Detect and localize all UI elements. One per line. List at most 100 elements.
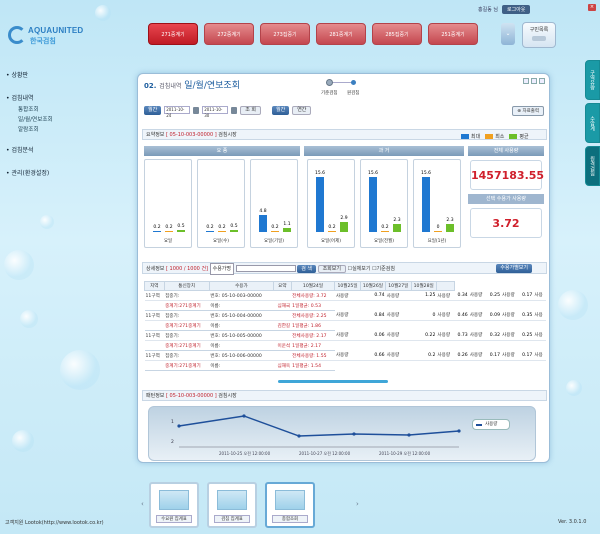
chevron-left-icon[interactable]: ‹: [141, 500, 147, 510]
nav-reading[interactable]: • 검침내역: [6, 93, 86, 102]
nav-admin[interactable]: • 관리(환경설정): [6, 168, 86, 177]
view-button[interactable]: 조회보기: [317, 265, 346, 273]
nav-sub-2[interactable]: 일/월/연보조회: [18, 115, 86, 123]
table-row[interactable]: 11구역 집중기: 번호: 05-10-006-00000 전체사용량: 1.55 사용…: [144, 350, 546, 361]
table-row[interactable]: 중계기:271중계기 이름: 심재국 1일평균: 0.53: [144, 300, 547, 311]
table-cell: 사용량: [385, 350, 411, 361]
column-header[interactable]: 수용가: [208, 281, 275, 291]
bar-value: 15.6: [314, 171, 326, 177]
chevron-right-icon[interactable]: ›: [356, 500, 362, 510]
bottom-tab-label: 수요원 집계표: [156, 515, 192, 523]
list-by-customer-button[interactable]: 수용가별보기: [496, 264, 532, 273]
column-header[interactable]: 지역: [144, 281, 165, 291]
logo: AQUAUNITED 한국검침: [8, 26, 83, 50]
table-cell: 11구역: [144, 330, 165, 341]
nav-sub-1[interactable]: 통합조회: [18, 105, 86, 113]
filter-select[interactable]: 수용가명: [209, 263, 234, 275]
nav-sub-3[interactable]: 알람조회: [18, 125, 86, 133]
table-cell: 1일평균: 0.53: [291, 300, 335, 311]
bottom-tab-1[interactable]: 수요원 집계표: [149, 482, 199, 528]
table-cell: 이름:: [209, 360, 274, 371]
table-cell: 0.06: [360, 330, 386, 341]
chart-label: 요일(수): [213, 239, 229, 244]
column-header[interactable]: 10월27일: [385, 281, 412, 291]
column-header[interactable]: 10월26일: [359, 281, 387, 291]
top-tab-3[interactable]: 273집중기: [260, 23, 310, 45]
column-header[interactable]: [435, 281, 455, 291]
chevron-down-icon[interactable]: ⌄: [501, 23, 515, 45]
chart-box: 0.2 0.2 0.5 요일: [144, 159, 192, 248]
bar-value: 4.8: [259, 209, 267, 215]
bar-value: 0.2: [165, 225, 173, 230]
table-cell: [144, 360, 165, 371]
column-header[interactable]: 10월28일: [410, 281, 437, 291]
table-row[interactable]: 중계기:271중계기 이름: 김한길 1일평균: 1.86: [144, 320, 547, 331]
chart-bar: [177, 230, 185, 232]
column-header[interactable]: 10월24일: [290, 281, 336, 291]
trend-point: [352, 432, 356, 436]
top-tab-5[interactable]: 285집중기: [372, 23, 422, 45]
table-cell: 사용량: [385, 290, 411, 301]
horizontal-scrollbar[interactable]: [278, 380, 388, 383]
logout-button[interactable]: 로그아웃: [502, 5, 531, 14]
table-cell: 사용량: [385, 330, 411, 341]
table-cell: 이름:: [209, 300, 274, 311]
close-icon[interactable]: ×: [588, 4, 596, 11]
export-button[interactable]: ⊕ 자료출력: [512, 106, 544, 116]
bottom-tab-3[interactable]: 종합조회: [265, 482, 315, 528]
right-tab-1[interactable]: 구역유량: [585, 60, 600, 100]
nav-analysis[interactable]: • 검침분석: [6, 145, 86, 154]
calendar-icon[interactable]: [231, 106, 238, 114]
search-button[interactable]: 검 색: [297, 265, 316, 273]
top-tab-1[interactable]: 271중계기: [148, 23, 198, 45]
right-tab-2[interactable]: 수압계: [585, 103, 600, 143]
y-tick: 1: [171, 419, 174, 425]
calendar-icon[interactable]: [193, 106, 200, 114]
top-tab-2[interactable]: 272중계기: [204, 23, 254, 45]
minimize-icon[interactable]: [523, 78, 529, 84]
table-cell: 집중기:: [164, 350, 210, 361]
table-cell: 사용량: [436, 350, 455, 361]
date-from-input[interactable]: 2011-10-24: [164, 106, 191, 118]
check-option[interactable]: ☐기준검침: [372, 266, 395, 272]
column-header[interactable]: 통신장치: [163, 281, 210, 291]
period-label[interactable]: 월간: [144, 105, 162, 115]
search-input[interactable]: [235, 265, 296, 272]
chart-bar: [283, 228, 291, 232]
table-cell: 사용량: [385, 310, 411, 321]
menu-button[interactable]: 구민목록: [522, 22, 556, 48]
column-header[interactable]: 요약: [273, 281, 292, 291]
table-cell: 0.22: [411, 330, 437, 341]
table-cell: 사용량: [468, 350, 487, 361]
column-header[interactable]: 10월25일: [334, 281, 361, 291]
group-header: 요 종: [144, 146, 300, 156]
search-button[interactable]: 조 회: [240, 105, 261, 115]
table-row[interactable]: 11구역 집중기: 번호: 05-10-004-00000 전체사용량: 2.25 사용…: [144, 310, 546, 321]
maximize-icon[interactable]: [531, 78, 537, 84]
tab-monthly[interactable]: 월간: [272, 105, 290, 115]
nav-dashboard[interactable]: • 상황판: [6, 70, 86, 79]
table-cell: 사용: [533, 290, 546, 301]
table-cell: 중계기:271중계기: [164, 340, 210, 351]
bar-value: 0.2: [328, 225, 336, 230]
table-cell: 전체사용량: 3.72: [291, 290, 335, 301]
table-row[interactable]: 중계기:271중계기 이름: 심재욱 1일평균: 1.54: [144, 360, 547, 371]
table-cell: 0.25: [518, 330, 534, 341]
tab-yearly[interactable]: 연간: [292, 105, 312, 115]
date-to-input[interactable]: 2011-10-30: [202, 106, 229, 118]
right-tab-3[interactable]: 원격검침: [585, 146, 600, 186]
table-row[interactable]: 11구역 집중기: 번호: 05-10-003-00000 전체사용량: 3.72 사용…: [144, 290, 546, 301]
top-tab-6[interactable]: 251중계기: [428, 23, 478, 45]
table-cell: 전체사용량: 2.25: [291, 310, 335, 321]
top-tab-4[interactable]: 281중계기: [316, 23, 366, 45]
bar-value: 0.2: [271, 225, 279, 230]
check-option[interactable]: ☐실체보기: [348, 266, 371, 272]
chart-bar: [328, 231, 336, 232]
close-icon[interactable]: [539, 78, 545, 84]
table-row[interactable]: 11구역 집중기: 번호: 05-10-005-00000 전체사용량: 2.17 사용…: [144, 330, 546, 341]
section-label: 패턴정보: [146, 393, 165, 399]
table-row[interactable]: 중계기:271중계기 이름: 이운석 1일평균: 2.17: [144, 340, 547, 351]
table-cell: 사용량: [334, 330, 361, 341]
usage-header: 전체 사용량: [468, 146, 544, 156]
bottom-tab-2[interactable]: 검침 집계표: [207, 482, 257, 528]
